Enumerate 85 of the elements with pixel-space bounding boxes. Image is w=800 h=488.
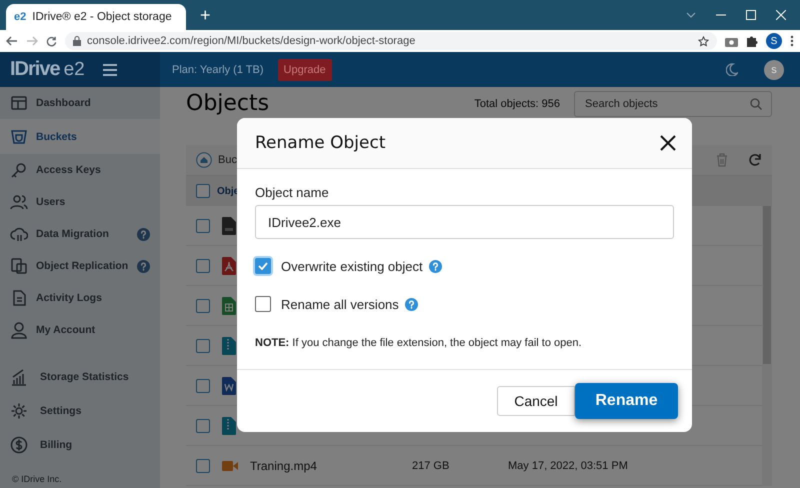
row-checkbox[interactable]: [196, 298, 210, 312]
row-checkbox[interactable]: [196, 258, 210, 272]
logo-suffix: e2: [64, 58, 85, 80]
users-icon: [10, 193, 28, 211]
sidebar-item[interactable]: Settings: [0, 394, 160, 428]
copyright-text: © IDrive Inc.: [11, 474, 63, 486]
cloud-icon: [10, 225, 28, 243]
camera-icon[interactable]: [725, 36, 738, 46]
plan-label: Plan: Yearly (1 TB): [172, 64, 264, 76]
menu-icon[interactable]: [790, 35, 794, 47]
row-checkbox[interactable]: [196, 218, 210, 232]
refresh-icon[interactable]: [748, 153, 762, 167]
lock-icon: [73, 36, 81, 46]
maximize-icon[interactable]: [746, 10, 756, 20]
user-icon: [10, 321, 28, 339]
sidebar-item[interactable]: Object Replication: [0, 250, 160, 282]
note-text: NOTE: If you change the file extension, the object may fail to open.: [255, 337, 583, 349]
favicon: e2: [14, 11, 26, 23]
rename-button[interactable]: Rename: [575, 383, 678, 419]
key-icon: [10, 161, 28, 179]
row-checkbox[interactable]: [196, 458, 210, 472]
cancel-button[interactable]: Cancel: [497, 386, 575, 416]
copy-icon: [10, 257, 28, 275]
file-name[interactable]: Traning.mp4: [250, 458, 400, 472]
sidebar-item[interactable]: Access Keys: [0, 154, 160, 186]
address-bar[interactable]: console.idrivee2.com/region/MI/buckets/design-work/object-storage: [65, 32, 717, 50]
profile-avatar[interactable]: S: [766, 33, 782, 49]
dashboard-icon: [10, 94, 28, 112]
object-name-field[interactable]: IDrivee2.exe: [255, 205, 674, 239]
puzzle-icon[interactable]: [746, 35, 758, 47]
reload-icon[interactable]: [46, 36, 57, 46]
checkbox-label[interactable]: Overwrite existing object: [281, 258, 423, 274]
help-icon[interactable]: [137, 260, 150, 272]
sidebar-item[interactable]: Data Migration: [0, 218, 160, 250]
help-icon[interactable]: [404, 298, 418, 310]
file-size: 217 GB: [412, 460, 450, 472]
search-icon[interactable]: [750, 98, 762, 110]
logo-wordmark: IDrive: [10, 58, 60, 81]
sidebar-item[interactable]: My Account: [0, 314, 160, 346]
tab-title: IDrive® e2 - Object storage: [32, 11, 172, 23]
help-icon[interactable]: [137, 228, 150, 240]
minimize-icon[interactable]: [716, 14, 726, 16]
sidebar-item[interactable]: Buckets: [0, 119, 160, 154]
page-title: Objects: [186, 92, 270, 116]
checkbox[interactable]: [255, 258, 271, 274]
sidebar-item[interactable]: Users: [0, 186, 160, 218]
sidebar-item[interactable]: Storage Statistics: [0, 360, 160, 394]
checkbox-label[interactable]: Rename all versions: [281, 296, 399, 312]
scrollbar[interactable]: [762, 206, 772, 486]
new-tab-button[interactable]: +: [196, 5, 215, 26]
sidebar-item[interactable]: Billing: [0, 428, 160, 462]
browser-tab[interactable]: e2 IDrive® e2 - Object storage: [6, 4, 186, 30]
chevron-down-icon[interactable]: [686, 12, 696, 18]
row-checkbox[interactable]: [196, 338, 210, 352]
close-icon[interactable]: [776, 10, 786, 20]
field-label: Object name: [255, 185, 330, 200]
sidebar-item[interactable]: Activity Logs: [0, 282, 160, 314]
row-checkbox[interactable]: [196, 378, 210, 392]
moon-icon[interactable]: [726, 63, 738, 76]
help-icon[interactable]: [428, 260, 442, 272]
forward-icon[interactable]: [26, 36, 38, 46]
close-button[interactable]: [658, 133, 678, 153]
upgrade-button[interactable]: Upgrade: [278, 58, 332, 80]
menu-icon[interactable]: [102, 64, 117, 76]
search-field[interactable]: Search objects: [574, 91, 772, 117]
checkbox[interactable]: [255, 296, 271, 312]
checkmark-icon: [258, 262, 268, 270]
bucket-icon: [10, 128, 28, 146]
home-icon[interactable]: [196, 152, 212, 168]
dialog-title: Rename Object: [255, 133, 386, 153]
dollar-icon: [10, 436, 28, 454]
row-checkbox[interactable]: [196, 418, 210, 432]
gear-icon: [10, 402, 28, 420]
document-icon: [222, 216, 236, 234]
user-avatar[interactable]: s: [764, 60, 784, 80]
total-count: Total objects: 956: [474, 98, 560, 110]
sidebar-item[interactable]: Dashboard: [0, 87, 160, 119]
select-all-checkbox[interactable]: [196, 184, 210, 198]
video-camera-icon: [222, 460, 238, 472]
modified-date: May 17, 2022, 03:51 PM: [508, 460, 628, 472]
chart-icon: [10, 368, 28, 386]
back-icon[interactable]: [6, 36, 18, 46]
star-icon[interactable]: [698, 36, 709, 46]
trash-icon[interactable]: [716, 153, 728, 167]
breadcrumb-text: Buc: [218, 154, 237, 166]
